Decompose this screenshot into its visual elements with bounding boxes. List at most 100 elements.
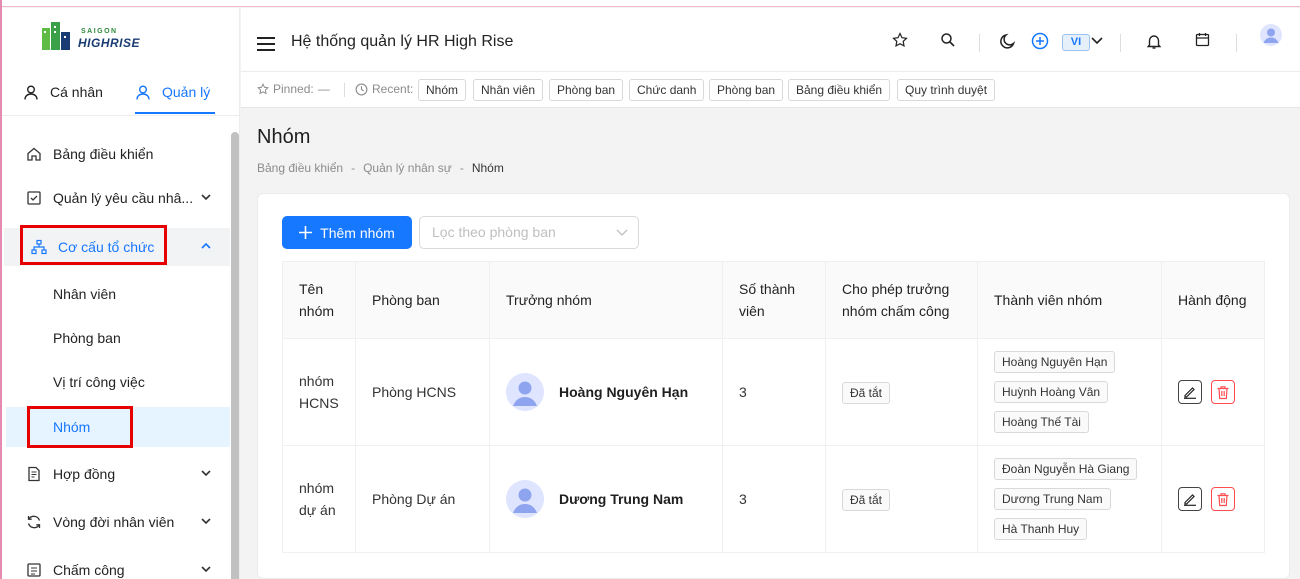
recent-chip[interactable]: Nhóm <box>418 79 467 101</box>
department-cell: Phòng Dự án <box>355 445 490 553</box>
org-chart-icon <box>31 239 47 255</box>
breadcrumb-item[interactable]: Quản lý nhân sự <box>363 161 452 175</box>
list-icon <box>27 563 41 577</box>
refresh-icon <box>27 515 41 529</box>
checkbox-icon <box>27 191 41 205</box>
trash-icon <box>1217 385 1229 399</box>
header-divider <box>979 34 980 52</box>
add-group-button[interactable]: Thêm nhóm <box>282 216 412 249</box>
tab-personal[interactable]: Cá nhân <box>24 84 103 100</box>
breadcrumb: Bảng điều khiển - Quản lý nhân sự - Nhóm <box>257 161 504 175</box>
sidebar-scrollbar[interactable] <box>231 132 239 579</box>
add-circle-icon[interactable] <box>1031 32 1049 50</box>
members-cell: Hoàng Nguyên Hạn Huỳnh Hoàng Vân Hoàng T… <box>977 338 1162 446</box>
trash-icon <box>1217 492 1229 506</box>
bell-icon[interactable] <box>1146 33 1162 50</box>
plus-icon <box>299 226 313 239</box>
logo[interactable]: SAIGON HIGHRISE <box>40 20 170 54</box>
sidebar-item-dashboard[interactable]: Bảng điều khiển <box>2 135 230 173</box>
sidebar-item-employees[interactable]: Nhân viên <box>2 275 230 313</box>
breadcrumb-item[interactable]: Bảng điều khiển <box>257 161 343 175</box>
sidebar-item-attendance[interactable]: Chấm công <box>2 551 230 579</box>
breadcrumb-separator: - <box>351 161 356 175</box>
sidebar-item-contracts[interactable]: Hợp đồng <box>2 455 230 493</box>
member-tag: Hoàng Thế Tài <box>994 411 1089 433</box>
breadcrumb-separator: - <box>459 161 464 175</box>
delete-button[interactable] <box>1211 487 1235 511</box>
member-tag: Hà Thanh Huy <box>994 518 1088 540</box>
recent-chip[interactable]: Chức danh <box>629 79 705 101</box>
department-filter-select[interactable]: Lọc theo phòng ban <box>419 216 639 249</box>
department-cell: Phòng HCNS <box>355 338 490 446</box>
group-name-cell: nhóm dự án <box>282 445 356 553</box>
actions-cell <box>1161 445 1265 553</box>
avatar <box>506 480 544 518</box>
column-header-name: Tên nhóm <box>282 261 356 339</box>
delete-button[interactable] <box>1211 380 1235 404</box>
sidebar-item-label: Bảng điều khiển <box>53 146 154 162</box>
chevron-down-icon <box>201 194 211 201</box>
allow-attendance-cell: Đã tắt <box>825 445 978 553</box>
sidebar-item-label: Nhân viên <box>53 286 117 302</box>
edit-button[interactable] <box>1178 487 1202 511</box>
groups-table: Tên nhóm Phòng ban Trưởng nhóm Số thành … <box>282 261 1265 553</box>
star-icon <box>257 83 269 95</box>
recent-chip[interactable]: Phòng ban <box>549 79 624 101</box>
user-avatar[interactable] <box>1260 24 1282 46</box>
logo-text-bottom: HIGHRISE <box>78 36 141 50</box>
sidebar-item-label: Vòng đời nhân viên <box>53 514 175 530</box>
sidebar-item-requests[interactable]: Quản lý yêu cầu nhâ... <box>2 179 230 217</box>
edit-button[interactable] <box>1178 380 1202 404</box>
recent-chip[interactable]: Nhân viên <box>473 79 544 101</box>
sidebar-item-departments[interactable]: Phòng ban <box>2 319 230 357</box>
recent-chip[interactable]: Bảng điều khiển <box>788 79 891 101</box>
add-group-label: Thêm nhóm <box>320 224 395 241</box>
document-icon <box>28 466 40 482</box>
tab-manage[interactable]: Quản lý <box>136 84 210 100</box>
sidebar-tabs: Cá nhân Quản lý <box>2 72 240 116</box>
header-divider <box>1120 34 1121 52</box>
sidebar-item-lifecycle[interactable]: Vòng đời nhân viên <box>2 503 230 541</box>
language-selector[interactable]: VI <box>1062 34 1090 51</box>
sidebar-item-groups[interactable]: Nhóm <box>6 407 230 447</box>
recent-section: Recent: <box>355 82 413 96</box>
star-icon[interactable] <box>892 32 908 48</box>
chevron-down-icon <box>201 470 211 477</box>
sidebar-item-label: Cơ cấu tổ chức <box>58 239 155 255</box>
recent-chip[interactable]: Quy trình duyệt <box>897 79 996 101</box>
sidebar-item-org-structure[interactable]: Cơ cấu tổ chức <box>4 228 230 266</box>
leader-name: Hoàng Nguyên Hạn <box>559 384 689 400</box>
sidebar-item-label: Quản lý yêu cầu nhâ... <box>53 190 194 206</box>
header-divider <box>1236 34 1237 52</box>
column-header-department: Phòng ban <box>355 261 490 339</box>
column-header-member-count: Số thành viên <box>722 261 826 339</box>
leader-cell: Hoàng Nguyên Hạn <box>489 338 723 446</box>
sidebar-item-label: Nhóm <box>53 419 91 435</box>
chevron-down-icon <box>616 229 628 236</box>
member-tag: Hoàng Nguyên Hạn <box>994 351 1116 373</box>
calendar-icon[interactable] <box>1195 32 1210 47</box>
sidebar-item-label: Hợp đồng <box>53 466 116 482</box>
user-icon <box>24 85 38 100</box>
sidebar: SAIGON HIGHRISE Cá nhân Quản lý Bảng điề… <box>2 8 240 579</box>
pencil-icon <box>1184 387 1196 399</box>
home-icon <box>27 147 41 161</box>
status-badge: Đã tắt <box>842 381 891 404</box>
chevron-down-icon <box>201 566 211 573</box>
recent-chip[interactable]: Phòng ban <box>709 79 784 101</box>
menu-icon[interactable] <box>257 36 275 52</box>
tab-manage-label: Quản lý <box>162 84 211 100</box>
leader-name: Dương Trung Nam <box>559 491 684 507</box>
chevron-down-icon[interactable] <box>1091 36 1103 46</box>
search-icon[interactable] <box>940 32 956 48</box>
pinned-label: Pinned: <box>273 82 314 96</box>
moon-icon[interactable] <box>999 33 1016 50</box>
top-accent-line <box>0 0 1300 7</box>
tab-personal-label: Cá nhân <box>50 84 103 100</box>
sidebar-item-positions[interactable]: Vị trí công việc <box>2 363 230 401</box>
filter-placeholder: Lọc theo phòng ban <box>432 224 556 240</box>
table-row: nhóm dự án Phòng Dự án Dương Trung Nam 3… <box>282 445 1265 553</box>
app-title: Hệ thống quản lý HR High Rise <box>291 33 514 50</box>
sidebar-item-label: Vị trí công việc <box>53 374 145 390</box>
logo-text-top: SAIGON <box>81 28 118 35</box>
